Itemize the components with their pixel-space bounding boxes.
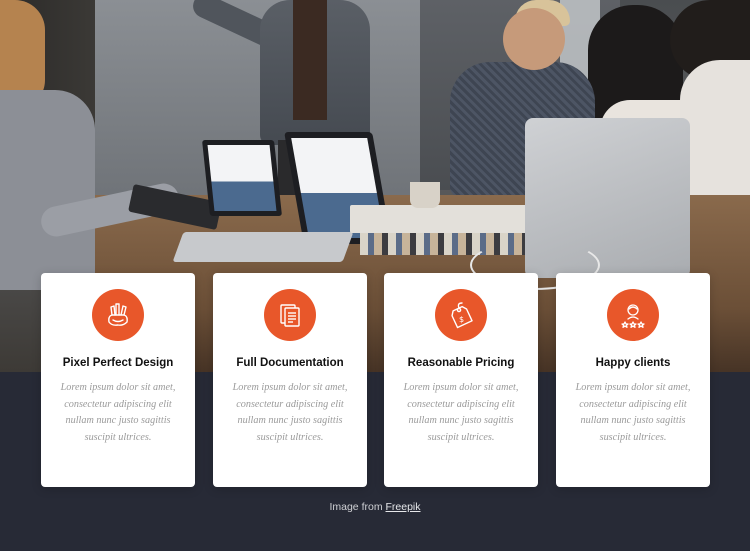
feature-title: Full Documentation <box>236 357 344 369</box>
credit-prefix: Image from <box>329 501 383 513</box>
image-credit: Image from Freepik <box>0 501 750 513</box>
feature-card-happy-clients: Happy clients Lorem ipsum dolor sit amet… <box>556 273 710 487</box>
svg-text:$: $ <box>459 315 464 324</box>
feature-description: Lorem ipsum dolor sit amet, consectetur … <box>60 382 176 443</box>
feature-card-pricing: $ Reasonable Pricing Lorem ipsum dolor s… <box>384 273 538 487</box>
client-stars-icon <box>607 289 659 341</box>
features-grid: Pixel Perfect Design Lorem ipsum dolor s… <box>41 273 710 487</box>
documents-icon <box>264 289 316 341</box>
feature-title: Pixel Perfect Design <box>62 357 174 369</box>
feature-title: Reasonable Pricing <box>407 357 515 369</box>
freepik-link[interactable]: Freepik <box>386 501 421 513</box>
feature-card-documentation: Full Documentation Lorem ipsum dolor sit… <box>213 273 367 487</box>
price-tag-icon: $ <box>435 289 487 341</box>
feature-description: Lorem ipsum dolor sit amet, consectetur … <box>575 382 691 443</box>
feature-card-pixel-perfect: Pixel Perfect Design Lorem ipsum dolor s… <box>41 273 195 487</box>
feature-description: Lorem ipsum dolor sit amet, consectetur … <box>232 382 348 443</box>
feature-title: Happy clients <box>595 357 671 369</box>
hand-pens-icon <box>92 289 144 341</box>
feature-description: Lorem ipsum dolor sit amet, consectetur … <box>403 382 519 443</box>
